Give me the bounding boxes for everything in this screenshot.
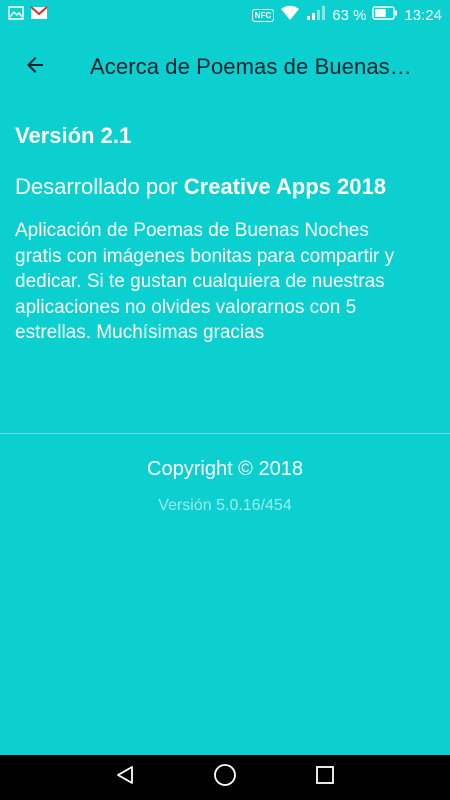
nav-back-button[interactable] (75, 755, 175, 800)
developer-name: Creative Apps 2018 (183, 174, 386, 199)
signal-icon (306, 5, 326, 25)
battery-percent: 63 % (332, 6, 367, 24)
copyright-text: Copyright © 2018 (147, 458, 303, 480)
nav-home-icon (213, 763, 237, 792)
status-bar: NFC 63 % 13:24 (0, 0, 450, 30)
version-title: Versión 2.1 (15, 123, 132, 148)
page-title: Acerca de Poemas de Buenas… (90, 54, 412, 79)
status-right: NFC 63 % 13:24 (251, 5, 442, 25)
navigation-bar (0, 755, 450, 800)
about-content: Versión 2.1 Desarrollado por Creative Ap… (15, 118, 435, 346)
status-left (8, 6, 48, 24)
developer-prefix: Desarrollado por (15, 174, 184, 199)
image-notification-icon (8, 6, 24, 24)
developer-line: Desarrollado por Creative Apps 2018 (15, 172, 435, 202)
divider (0, 433, 450, 434)
nav-recents-button[interactable] (275, 755, 375, 800)
nav-recents-icon (315, 765, 335, 790)
clock: 13:24 (404, 6, 442, 24)
build-version: Versión 5.0.16/454 (158, 497, 292, 514)
app-description: Aplicación de Poemas de Buenas Noches gr… (15, 220, 395, 343)
app-bar: Acerca de Poemas de Buenas… (0, 30, 450, 104)
battery-icon (372, 6, 398, 24)
nav-back-icon (114, 764, 136, 791)
arrow-left-icon (23, 53, 47, 82)
gmail-icon (30, 6, 48, 24)
back-button[interactable] (0, 30, 70, 104)
nfc-icon: NFC (251, 8, 275, 22)
nav-home-button[interactable] (175, 755, 275, 800)
wifi-icon (280, 5, 300, 25)
